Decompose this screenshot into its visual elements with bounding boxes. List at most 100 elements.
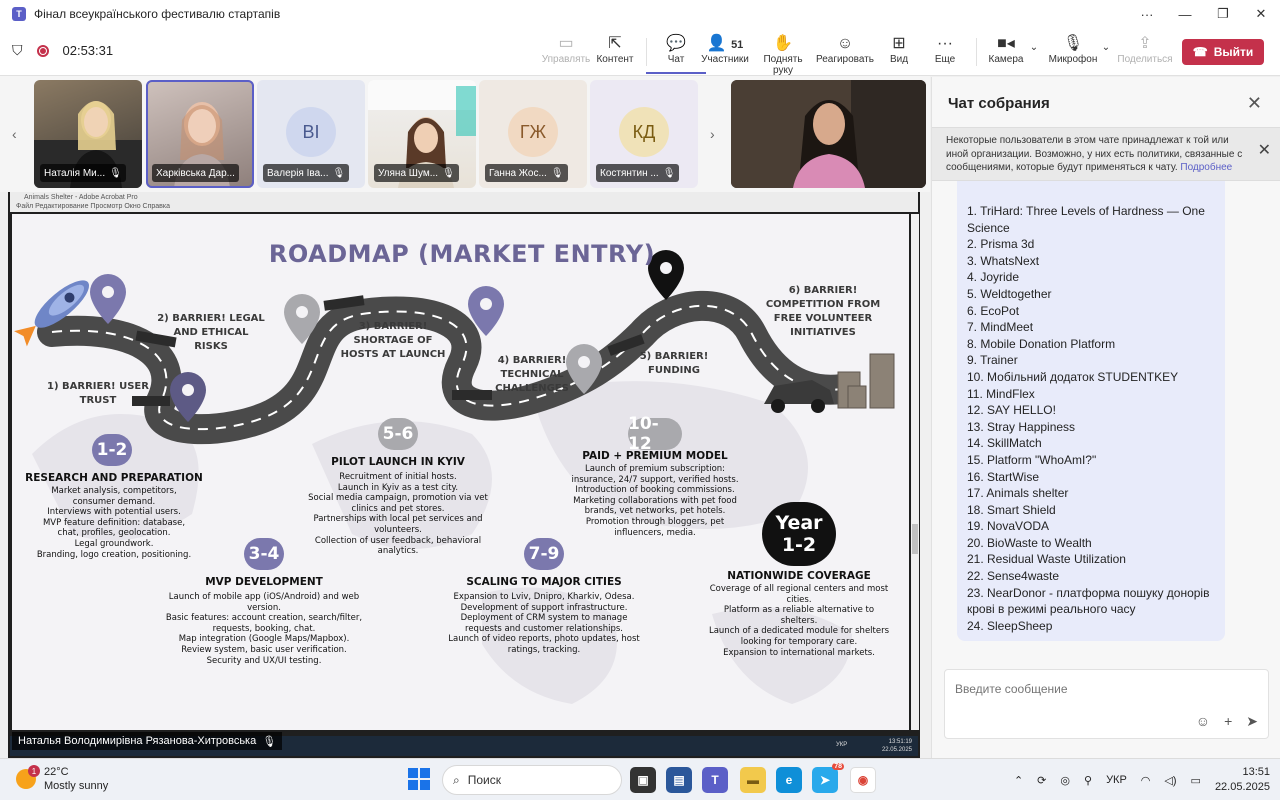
microphone-icon: 🎙 [1062, 35, 1084, 52]
shield-icon: ⛉ [12, 42, 23, 58]
shared-screen: Animals Shelter - Adobe Acrobat Pro Файл… [8, 192, 920, 758]
phase-body: Expansion to Lviv, Dnipro, Kharkiv, Odes… [448, 592, 640, 655]
chevron-up-icon[interactable]: ⌃ [1014, 774, 1023, 787]
battery-icon[interactable]: ▭ [1191, 774, 1201, 787]
volume-icon[interactable]: ◁) [1164, 774, 1176, 787]
mic-off-icon: 🎙 [332, 167, 346, 179]
task-view-icon[interactable]: ▣ [630, 767, 656, 793]
participant-name: Ганна Жос... [489, 167, 547, 179]
phase-body: Launch of premium subscription: insuranc… [571, 464, 739, 538]
slide-scrollbar[interactable] [911, 214, 919, 730]
recording-icon [36, 44, 49, 57]
meeting-toolbar: ⛉ 02:53:31 ▭ Управлять ⇱ Контент 💬 Чат 👤… [0, 28, 1280, 76]
more-options-icon[interactable]: ··· [1128, 7, 1166, 22]
avatar: ГЖ [508, 107, 558, 157]
sync-icon[interactable]: ⟳ [1037, 774, 1046, 787]
participant-tile[interactable]: КД Костянтин ... 🎙 [590, 80, 698, 188]
system-tray: ⌃ ⟳ ◎ ⚲ УКР ◠ ◁) ▭ 13:51 22.05.2025 [1014, 765, 1270, 795]
more-button[interactable]: ··· Еще [915, 34, 975, 65]
phase-badge: 3-4 [244, 538, 284, 570]
message-input[interactable] [955, 682, 1255, 696]
send-icon[interactable]: ➤ [1246, 713, 1258, 730]
clock[interactable]: 13:51 22.05.2025 [1215, 765, 1270, 795]
participant-tile[interactable]: ГЖ Ганна Жос... 🎙 [479, 80, 587, 188]
chat-list-item: 11. MindFlex [967, 386, 1035, 401]
strip-prev-icon[interactable]: ‹ [12, 126, 17, 142]
start-icon[interactable] [408, 768, 430, 790]
share-content-icon: ⇱ [608, 35, 622, 52]
weather-temp: 22°C [44, 766, 69, 778]
search-icon: ⌕ [453, 772, 460, 787]
chat-list-item: 9. Trainer [967, 353, 1018, 368]
acrobat-menu: Файл Редактирование Просмотр Окно Справк… [16, 203, 171, 210]
clock-time: 13:51 [1242, 766, 1270, 778]
self-video [731, 80, 926, 188]
participant-tile[interactable]: Харківська Дар... [146, 80, 254, 188]
phase-badge: 7-9 [524, 538, 564, 570]
plus-icon[interactable]: + [1224, 713, 1232, 730]
chat-list-item: 22. Sense4waste [967, 569, 1060, 584]
camera-options-chevron-icon[interactable]: ⌄ [1026, 42, 1042, 53]
phase-badge: 1-2 [92, 434, 132, 466]
share-button[interactable]: ⇪ Поделиться [1115, 34, 1175, 65]
phase-heading: PILOT LAUNCH IN KYIV [331, 456, 465, 468]
taskbar-search[interactable]: ⌕ Поиск [442, 765, 622, 795]
wifi-icon[interactable]: ◠ [1141, 774, 1151, 787]
participant-tile[interactable]: ВІ Валерія Іва... 🎙 [257, 80, 365, 188]
learn-more-link[interactable]: Подробнее [1180, 162, 1232, 173]
input-language[interactable]: УКР [1106, 774, 1127, 786]
chat-list-item: 15. Platform "WhoAmI?" [967, 452, 1097, 467]
weather-widget[interactable]: 1 22°C Mostly sunny [16, 765, 108, 793]
leave-button[interactable]: ☎ Выйти [1182, 39, 1264, 65]
strip-next-icon[interactable]: › [710, 126, 715, 142]
mic-off-icon: 🎙 [442, 167, 455, 179]
chat-list-item: 3. WhatsNext [967, 253, 1040, 268]
participant-name: Харківська Дар... [156, 167, 235, 179]
react-button[interactable]: ☺ Реагировать [815, 34, 875, 65]
slide-title: ROADMAP (MARKET ENTRY) [268, 240, 656, 268]
edge-icon[interactable]: e [776, 767, 802, 793]
emoji-icon[interactable]: ☺ [1196, 713, 1210, 730]
location-icon[interactable]: ⚲ [1084, 774, 1092, 787]
chat-panel: Чат собрания ✕ Некоторые пользователи в … [931, 77, 1280, 758]
telegram-icon[interactable]: ➤ 78 [812, 763, 844, 793]
phone-hangup-icon: ☎ [1192, 45, 1208, 59]
content-button[interactable]: ⇱ Контент [585, 34, 645, 65]
barrier-label: 2) BARRIER! LEGAL AND ETHICAL RISKS [157, 313, 265, 352]
participant-tile[interactable]: Уляна Шум... 🎙 [368, 80, 476, 188]
chat-list-item: 16. StartWise [967, 469, 1040, 484]
message-composer: ☺ + ➤ [944, 669, 1269, 739]
title-bar: T Фінал всеукраїнського фестивалю старта… [0, 0, 1280, 28]
teams-app-icon[interactable]: T [702, 767, 728, 793]
minimize-button[interactable]: — [1166, 7, 1204, 22]
participants-strip: ‹ Наталія Ми... 🎙 Харківська Дар... ВІ Ва… [0, 76, 930, 192]
mic-options-chevron-icon[interactable]: ⌄ [1098, 42, 1114, 53]
participants-button[interactable]: 👤 51 Участники [695, 34, 755, 65]
explorer-icon[interactable]: ▬ [740, 767, 766, 793]
chat-list-item: 10. Мобільний додаток STUDENTKEY [967, 369, 1179, 384]
share-tray-icon: ⇪ [1138, 35, 1152, 52]
presenter-name: Наталья Володимирівна Рязанова-Хитровськ… [18, 735, 257, 747]
mic-button[interactable]: 🎙 Микрофон [1043, 34, 1103, 65]
phase-badge: 5-6 [378, 418, 418, 450]
barrier-label: 3) BARRIER! SHORTAGE OF HOSTS AT LAUNCH [340, 321, 446, 360]
participant-tile[interactable]: Наталія Ми... 🎙 [34, 80, 142, 188]
chat-list-item: 14. SkillMatch [967, 436, 1042, 451]
store-icon[interactable]: ▤ [666, 767, 692, 793]
phase-heading: MVP DEVELOPMENT [205, 576, 323, 588]
avatar: КД [619, 107, 669, 157]
participant-name: Костянтин ... [600, 167, 659, 179]
close-icon[interactable]: ✕ [1258, 143, 1271, 158]
sun-icon: 1 [16, 765, 40, 789]
windows-taskbar: 1 22°C Mostly sunny ⌕ Поиск ▣ ▤ T ▬ e ➤ 7… [0, 758, 1280, 800]
phase-heading: SCALING TO MAJOR CITIES [466, 576, 622, 588]
meet-icon[interactable]: ◎ [1060, 774, 1070, 787]
chat-list-item: 20. BioWaste to Wealth [967, 535, 1092, 550]
raise-hand-button[interactable]: ✋ Поднять руку [753, 34, 813, 76]
close-window-button[interactable]: ✕ [1242, 6, 1280, 22]
chat-list-item: 8. Mobile Donation Platform [967, 336, 1116, 351]
close-icon[interactable]: ✕ [1247, 93, 1262, 114]
chrome-icon[interactable]: ◉ [850, 767, 876, 793]
restore-button[interactable]: ❐ [1204, 6, 1242, 22]
barrier-label: 6) BARRIER! COMPETITION FROM FREE VOLUNT… [765, 285, 881, 338]
